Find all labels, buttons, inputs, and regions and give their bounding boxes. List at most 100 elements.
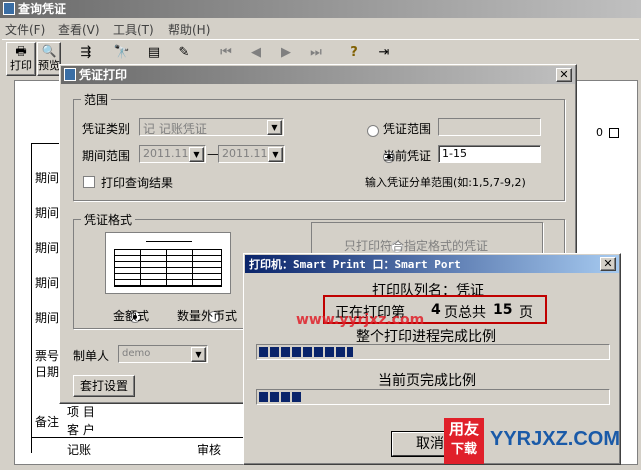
- brand-logo-top: 用友: [448, 420, 479, 438]
- only-matching-label: 只打印符合指定格式的凭证: [344, 239, 489, 253]
- prev-tool-button[interactable]: ◀: [244, 42, 268, 66]
- current-voucher-value: 1-15: [442, 147, 467, 160]
- printer-dialog-title: 打印机：Smart Print 口：Smart Port: [249, 258, 461, 271]
- voucher-type-dropdown-icon[interactable]: ▼: [267, 120, 282, 135]
- left-label-4: 期间: [35, 276, 60, 290]
- right-indicator-value: 0: [596, 126, 603, 139]
- maker-dropdown-icon[interactable]: ▼: [191, 347, 206, 362]
- next-tool-button[interactable]: ▶: [274, 42, 298, 66]
- right-indicator: 0: [590, 126, 626, 140]
- voucher-range-input[interactable]: [438, 118, 541, 136]
- progress-segment: [336, 347, 345, 357]
- page-progress-bar: [256, 389, 610, 405]
- main-title: 查询凭证: [18, 2, 67, 16]
- voucher-type-value: 记 记账凭证: [143, 122, 207, 136]
- progress-segment: [303, 347, 312, 357]
- period-from-dropdown-icon[interactable]: ▼: [189, 147, 204, 162]
- period-from-combo[interactable]: 2011.11 ▼: [139, 145, 206, 163]
- voucher-range-radio[interactable]: [367, 124, 379, 137]
- menu-bar: 文件(F) 查看(V) 工具(T) 帮助(H): [0, 19, 641, 37]
- left-label-7: 日期: [35, 365, 60, 379]
- current-voucher-input[interactable]: 1-15: [438, 145, 541, 163]
- print-query-result-label: 打印查询结果: [101, 176, 174, 190]
- voucher-format-preview-icon: [105, 232, 231, 294]
- printer-dialog-titlebar: 打印机：Smart Print 口：Smart Port: [245, 255, 619, 273]
- progress-segment: [281, 347, 290, 357]
- voucher-tool-button[interactable]: ▤: [142, 42, 166, 66]
- progress-segment: [292, 347, 301, 357]
- print-dialog-close-button[interactable]: ✕: [556, 68, 572, 82]
- magnifier-icon: 🔍: [41, 44, 57, 58]
- foreign-format-label: 数量外币式: [177, 309, 238, 323]
- status-middle: 页总共: [444, 305, 486, 321]
- help-tool-button[interactable]: ?: [342, 42, 366, 66]
- print-dialog-icon: [64, 68, 76, 81]
- progress-segment: [259, 347, 268, 357]
- menu-file[interactable]: 文件(F): [5, 21, 45, 38]
- page-progress-fill: [259, 392, 301, 402]
- progress-segment: [325, 347, 334, 357]
- menu-help[interactable]: 帮助(H): [168, 21, 210, 38]
- overall-progress-label: 整个打印进程完成比例: [356, 329, 496, 345]
- exit-tool-button[interactable]: ⇥: [372, 42, 396, 66]
- page-progress-label: 当前页完成比例: [378, 373, 476, 389]
- app-icon: [3, 2, 15, 15]
- print-dialog-titlebar: 凭证打印: [61, 66, 575, 84]
- overall-progress-bar: [256, 344, 610, 360]
- bookkeep-label: 记账: [67, 443, 92, 457]
- menu-view[interactable]: 查看(V): [58, 21, 100, 38]
- range-hint: 输入凭证分单范围(如:1,5,7-9,2): [365, 176, 526, 189]
- period-to-dropdown-icon[interactable]: ▼: [268, 147, 283, 162]
- period-label: 期间范围: [82, 149, 131, 163]
- voucher-range-label: 凭证范围: [383, 122, 432, 136]
- range-group-label: 范围: [81, 91, 112, 108]
- main-titlebar: 查询凭证: [0, 0, 641, 18]
- edit-tool-button[interactable]: ✎: [172, 42, 196, 66]
- brand-logo: 用友 下载: [444, 418, 484, 464]
- status-page: 4: [431, 302, 441, 318]
- progress-segment: [259, 392, 268, 402]
- progress-segment: [270, 392, 279, 402]
- output-tool-button[interactable]: ⇶: [74, 42, 98, 66]
- brand-logo-bottom: 下载: [450, 442, 477, 457]
- voucher-type-label: 凭证类别: [82, 122, 131, 136]
- left-label-1: 期间: [35, 171, 60, 185]
- maker-value: demo: [122, 348, 151, 359]
- printer-icon: 🖶: [15, 44, 27, 58]
- find-tool-button[interactable]: 🔭: [110, 42, 134, 66]
- print-tool-button[interactable]: 🖶 打印: [6, 42, 36, 76]
- left-label-3: 期间: [35, 241, 60, 255]
- customer-label: 客 户: [67, 423, 95, 437]
- bottom-line: [31, 437, 261, 438]
- printer-dialog-close-button[interactable]: ✕: [600, 257, 616, 271]
- overall-progress-fill: [259, 347, 353, 357]
- status-total: 15: [493, 302, 513, 318]
- last-tool-button[interactable]: ⏭: [304, 42, 328, 66]
- left-label-6: 票号: [35, 349, 60, 363]
- voucher-type-combo[interactable]: 记 记账凭证 ▼: [139, 118, 284, 136]
- current-voucher-label: 当前凭证: [383, 149, 432, 163]
- print-dialog-title: 凭证打印: [79, 68, 128, 82]
- first-tool-button[interactable]: ⏮: [214, 42, 238, 66]
- menu-tools[interactable]: 工具(T): [113, 21, 154, 38]
- url-watermark: www.yyrjxz.com: [296, 312, 425, 328]
- print-query-result-checkbox[interactable]: [83, 176, 95, 188]
- maker-label: 制单人: [73, 349, 110, 363]
- audit-label: 审核: [197, 443, 222, 457]
- period-to-combo[interactable]: 2011.11 ▼: [218, 145, 285, 163]
- maker-combo[interactable]: demo ▼: [118, 345, 208, 363]
- left-label-2: 期间: [35, 206, 60, 220]
- progress-segment: [281, 392, 290, 402]
- preview-tool-button[interactable]: 🔍 预览: [37, 42, 61, 76]
- brand-watermark: YYRJXZ.COM: [490, 428, 621, 450]
- search-small-icon: [608, 128, 619, 138]
- print-settings-button[interactable]: 套打设置: [73, 375, 135, 397]
- cancel-button-label: 取消: [416, 436, 444, 452]
- progress-segment: [314, 347, 323, 357]
- status-suffix: 页: [519, 305, 533, 321]
- progress-segment: [347, 347, 353, 357]
- print-settings-label: 套打设置: [79, 379, 128, 393]
- note-label: 备注: [35, 415, 60, 429]
- preview-tool-label: 预览: [38, 59, 60, 72]
- print-tool-label: 打印: [10, 59, 32, 72]
